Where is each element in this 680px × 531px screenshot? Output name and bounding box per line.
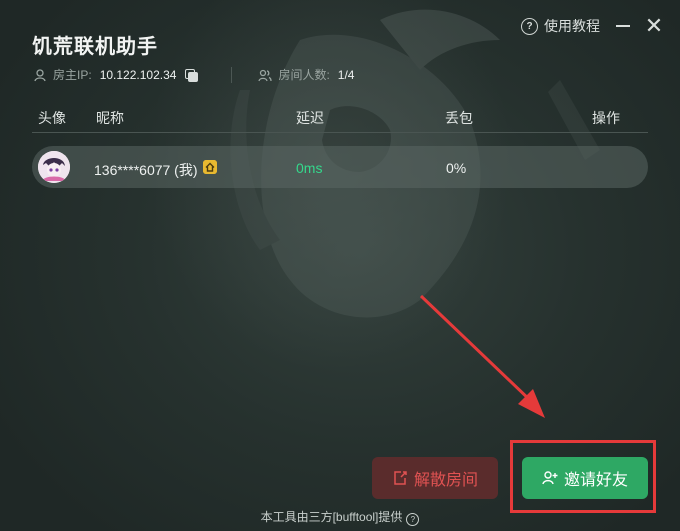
column-header-actions: 操作	[592, 110, 620, 126]
help-tutorial-link[interactable]: ? 使用教程	[521, 16, 600, 36]
footer-credit: 本工具由三方[bufftool]提供?	[0, 508, 680, 526]
player-nickname: 136****6077 (我)	[94, 162, 198, 178]
column-header-nickname: 昵称	[96, 110, 124, 126]
users-icon	[258, 69, 273, 81]
close-button[interactable]: ✕	[642, 14, 666, 38]
avatar	[38, 151, 70, 183]
close-icon: ✕	[644, 13, 664, 38]
column-header-avatar: 头像	[38, 110, 66, 126]
table-row: 136****6077 (我) 0ms 0%	[32, 146, 648, 188]
footer-text: 本工具由三方[bufftool]提供	[260, 510, 403, 524]
add-user-icon	[542, 471, 558, 485]
question-circle-icon: ?	[521, 17, 538, 35]
host-ip-value: 10.122.102.34	[99, 67, 177, 82]
copy-icon[interactable]	[184, 68, 199, 82]
column-header-packet-loss: 丢包	[445, 110, 473, 126]
info-divider	[231, 66, 233, 83]
dissolve-room-label: 解散房间	[413, 472, 478, 489]
player-table-header: 头像 昵称 延迟 丢包 操作	[32, 106, 648, 133]
host-ip-label: 房主IP:	[53, 68, 92, 82]
host-location-icon	[34, 68, 46, 81]
app-title: 饥荒联机助手	[32, 36, 158, 58]
invite-friend-label: 邀请好友	[563, 472, 628, 489]
help-tutorial-label: 使用教程	[544, 18, 600, 34]
minimize-icon	[616, 25, 630, 27]
player-latency: 0ms	[296, 160, 323, 176]
player-packet-loss: 0%	[446, 160, 467, 176]
avatar-image	[38, 151, 70, 183]
host-home-icon	[203, 160, 217, 174]
exit-room-icon	[394, 471, 407, 485]
footer-info-icon[interactable]: ?	[406, 513, 420, 526]
player-count-label: 房间人数:	[278, 68, 330, 82]
player-count-value: 1/4	[337, 67, 355, 82]
minimize-button[interactable]	[611, 14, 635, 38]
column-header-latency: 延迟	[296, 110, 324, 126]
invite-friend-button[interactable]: 邀请好友	[522, 457, 648, 499]
room-info-bar: 房主IP: 10.122.102.34 房间人数: 1/4	[33, 66, 354, 83]
dissolve-room-button[interactable]: 解散房间	[372, 457, 498, 499]
